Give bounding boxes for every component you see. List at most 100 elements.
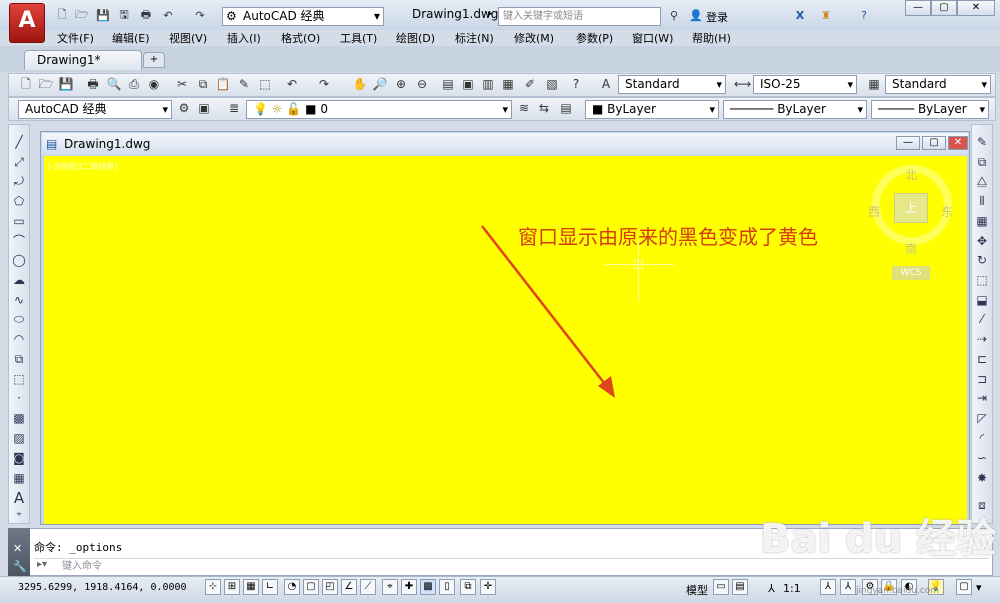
point-icon[interactable]: · xyxy=(11,390,27,406)
quick-view-drawings-icon[interactable]: ▤ xyxy=(732,579,748,595)
add-selected-icon[interactable]: ⁺ xyxy=(11,508,27,524)
trim-icon[interactable]: ⁄ xyxy=(974,311,990,327)
polygon-icon[interactable]: ⬠ xyxy=(11,193,27,209)
viewcube-west[interactable]: 西 xyxy=(868,203,880,220)
construction-line-icon[interactable]: ⤢ xyxy=(11,154,27,170)
3d-object-snap-icon[interactable]: ◰ xyxy=(322,579,338,595)
paste-icon[interactable]: 📋 xyxy=(215,76,231,92)
move-icon[interactable]: ✥ xyxy=(974,233,990,249)
insert-block-icon[interactable]: ⧉ xyxy=(11,351,27,367)
menu-dimension[interactable]: 标注(N) xyxy=(455,30,494,46)
redo-icon[interactable]: ↷ xyxy=(316,76,332,92)
new-file-icon[interactable]: 🗋 xyxy=(54,7,70,23)
exchange-icon[interactable]: X xyxy=(792,7,808,23)
status-menu-icon[interactable]: ▾ xyxy=(976,581,982,594)
dynamic-ucs-icon[interactable]: ⟋ xyxy=(360,579,376,595)
zoom-previous-icon[interactable]: ⊖ xyxy=(414,76,430,92)
layer-select[interactable]: 💡 ☼ 🔓 ■ 0 xyxy=(246,100,512,119)
clean-screen-icon[interactable]: ▢ xyxy=(956,579,972,595)
gradient-icon[interactable]: ▨ xyxy=(11,430,27,446)
plot-preview-icon[interactable]: 🔍 xyxy=(106,76,122,92)
sheet-set-icon[interactable]: ▦ xyxy=(500,76,516,92)
object-snap-icon[interactable]: ▢ xyxy=(303,579,319,595)
scale-icon[interactable]: ⬚ xyxy=(974,272,990,288)
minimize-button[interactable]: — xyxy=(905,0,931,16)
quick-properties-icon[interactable]: ▯ xyxy=(439,579,455,595)
break-icon[interactable]: ⊐ xyxy=(974,371,990,387)
zoom-realtime-icon[interactable]: 🔎 xyxy=(372,76,388,92)
make-block-icon[interactable]: ⬚ xyxy=(11,371,27,387)
lineweight-toggle-icon[interactable]: ✚ xyxy=(401,579,417,595)
polyline-icon[interactable]: ⤾ xyxy=(11,173,27,189)
hatch-icon[interactable]: ▩ xyxy=(11,410,27,426)
layer-previous-icon[interactable]: ⇆ xyxy=(536,100,552,116)
print-icon[interactable]: 🖶 xyxy=(138,7,154,23)
workspace-settings-icon[interactable]: ⚙ xyxy=(176,100,192,116)
viewcube-east[interactable]: 东 xyxy=(941,203,953,220)
design-center-icon[interactable]: ▣ xyxy=(460,76,476,92)
revision-cloud-icon[interactable]: ☁ xyxy=(11,272,27,288)
annotation-visibility-icon[interactable]: ⅄ xyxy=(820,579,836,595)
workspace-select[interactable]: ⚙ AutoCAD 经典 ▾ xyxy=(222,7,384,26)
table-icon[interactable]: ▦ xyxy=(11,470,27,486)
search-input[interactable]: 键入关键字或短语 xyxy=(498,7,661,26)
markup-icon[interactable]: ✐ xyxy=(522,76,538,92)
binoculars-icon[interactable]: ⚲ xyxy=(666,7,682,23)
rotate-icon[interactable]: ↻ xyxy=(974,252,990,268)
model-space-toggle[interactable]: 模型 xyxy=(686,582,708,598)
drawing-restore-button[interactable]: ▢ xyxy=(922,136,946,150)
expand-search-icon[interactable]: ▸ xyxy=(488,9,493,19)
block-editor-icon[interactable]: ⬚ xyxy=(257,76,273,92)
mirror-icon[interactable]: ⧋ xyxy=(974,173,990,189)
new-tab-button[interactable]: + xyxy=(143,52,165,68)
recent-commands-icon[interactable]: ▸▾ xyxy=(37,559,47,570)
annotation-scale-value[interactable]: 1:1 xyxy=(783,582,801,595)
save-as-icon[interactable]: 🖫 xyxy=(116,7,132,23)
circle-icon[interactable]: ◯ xyxy=(11,252,27,268)
menu-parametric[interactable]: 参数(P) xyxy=(576,30,613,46)
explode-icon[interactable]: ✸ xyxy=(974,470,990,486)
spline-icon[interactable]: ∿ xyxy=(11,292,27,308)
annotation-scale-icon[interactable]: ⅄ xyxy=(768,582,775,595)
lineweight-select[interactable]: ───── ByLayer xyxy=(871,100,989,119)
coordinate-readout[interactable]: 3295.6299, 1918.4164, 0.0000 xyxy=(18,582,187,593)
autodesk360-icon[interactable]: ♜ xyxy=(818,7,834,23)
layer-state-icon[interactable]: ▤ xyxy=(558,100,574,116)
color-select[interactable]: ■ ByLayer xyxy=(585,100,719,119)
menu-insert[interactable]: 插入(I) xyxy=(227,30,261,46)
dynamic-input-icon[interactable]: ⌖ xyxy=(382,579,398,595)
array-icon[interactable]: ▦ xyxy=(974,213,990,229)
fillet-icon[interactable]: ◜ xyxy=(974,430,990,446)
selection-cycling-icon[interactable]: ⧉ xyxy=(460,579,476,595)
tool-palettes-icon[interactable]: ▥ xyxy=(480,76,496,92)
3d-dwf-icon[interactable]: ◉ xyxy=(146,76,162,92)
workspace-icon[interactable]: ▣ xyxy=(196,100,212,116)
quick-view-layouts-icon[interactable]: ▭ xyxy=(713,579,729,595)
offset-icon[interactable]: ⫴ xyxy=(974,193,990,209)
quickcalc-icon[interactable]: ▧ xyxy=(544,76,560,92)
infer-constraints-icon[interactable]: ⊹ xyxy=(205,579,221,595)
login-link[interactable]: 登录 xyxy=(706,9,728,25)
linetype-select[interactable]: ────── ByLayer xyxy=(723,100,867,119)
rectangle-icon[interactable]: ▭ xyxy=(11,213,27,229)
undo-icon[interactable]: ↶ xyxy=(284,76,300,92)
undo-icon[interactable]: ↶ xyxy=(160,7,176,23)
menu-window[interactable]: 窗口(W) xyxy=(632,30,673,46)
chamfer-icon[interactable]: ◸ xyxy=(974,410,990,426)
customize-wrench-icon[interactable]: 🔧 xyxy=(13,560,27,573)
new-icon[interactable]: 🗋 xyxy=(18,76,34,92)
extend-icon[interactable]: ⇢ xyxy=(974,331,990,347)
maximize-button[interactable]: ▢ xyxy=(931,0,957,16)
menu-view[interactable]: 视图(V) xyxy=(169,30,207,46)
join-icon[interactable]: ⇥ xyxy=(974,390,990,406)
close-button[interactable]: ✕ xyxy=(957,0,995,16)
region-icon[interactable]: ◙ xyxy=(11,450,27,466)
copy-object-icon[interactable]: ⧉ xyxy=(974,154,990,170)
help-icon[interactable]: ? xyxy=(856,7,872,23)
copy-icon[interactable]: ⧉ xyxy=(195,76,211,92)
multiline-text-icon[interactable]: A xyxy=(11,490,27,506)
menu-draw[interactable]: 绘图(D) xyxy=(396,30,435,46)
tab-drawing1[interactable]: Drawing1* xyxy=(24,50,142,70)
publish-icon[interactable]: ⎙ xyxy=(126,76,142,92)
grid-icon[interactable]: ▦ xyxy=(243,579,259,595)
